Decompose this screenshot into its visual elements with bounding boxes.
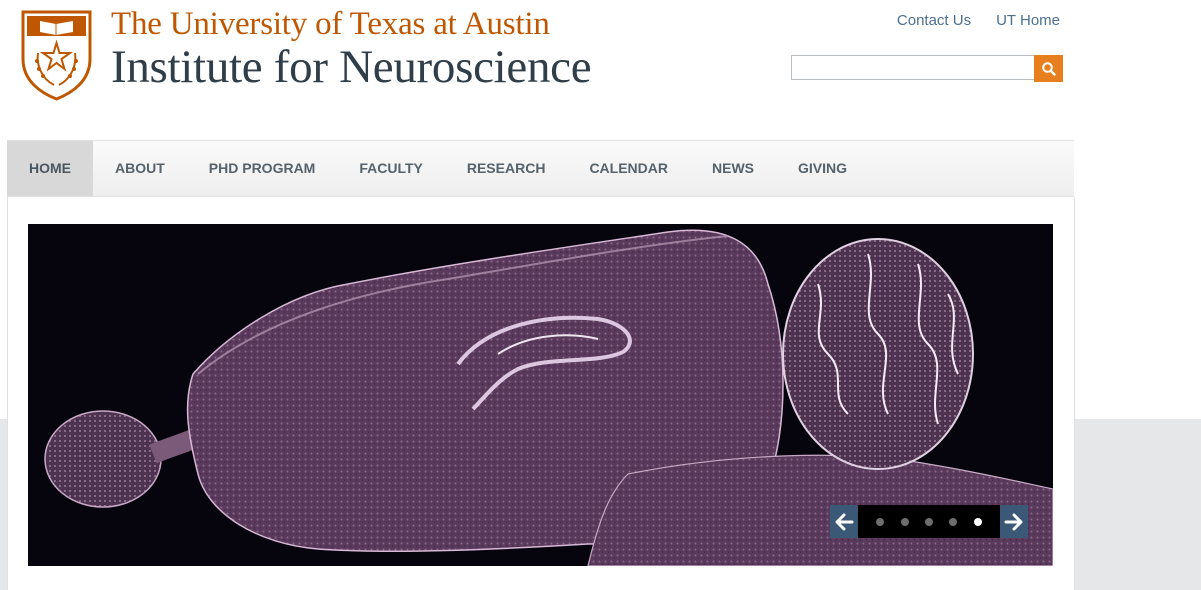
institute-name[interactable]: Institute for Neuroscience [111, 40, 592, 94]
slideshow-image[interactable] [28, 224, 1053, 566]
slideshow-dot-4[interactable] [949, 517, 958, 526]
search-input[interactable] [791, 55, 1034, 80]
nav-item-faculty[interactable]: FACULTY [337, 141, 445, 196]
arrow-right-icon [1004, 513, 1023, 530]
main-nav: HOME ABOUT PHD PROGRAM FACULTY RESEARCH … [7, 140, 1074, 197]
slideshow-next-button[interactable] [1000, 505, 1028, 538]
nav-item-phd-program[interactable]: PHD PROGRAM [187, 141, 338, 196]
nav-item-news[interactable]: NEWS [690, 141, 776, 196]
contact-us-link[interactable]: Contact Us [897, 12, 971, 29]
main-content [7, 197, 1075, 590]
slideshow-dot-5[interactable] [973, 517, 982, 526]
nav-item-giving[interactable]: GIVING [776, 141, 869, 196]
slideshow-dot-2[interactable] [900, 517, 909, 526]
slideshow-pager [858, 505, 1000, 538]
arrow-left-icon [835, 513, 854, 530]
slideshow-dot-1[interactable] [876, 517, 885, 526]
search-button[interactable] [1034, 55, 1063, 82]
search-form [791, 55, 1063, 82]
slideshow-dot-3[interactable] [924, 517, 933, 526]
nav-item-about[interactable]: ABOUT [93, 141, 187, 196]
ut-shield-logo-icon[interactable] [20, 9, 93, 101]
nav-item-home[interactable]: HOME [7, 141, 93, 196]
slideshow-controls [830, 505, 1028, 538]
nav-item-research[interactable]: RESEARCH [445, 141, 568, 196]
university-name[interactable]: The University of Texas at Austin [111, 6, 550, 43]
slideshow-prev-button[interactable] [830, 505, 858, 538]
nav-item-calendar[interactable]: CALENDAR [567, 141, 690, 196]
search-icon [1041, 61, 1056, 76]
utility-links: Contact Us UT Home [897, 12, 1060, 29]
ut-home-link[interactable]: UT Home [996, 12, 1060, 29]
site-header: The University of Texas at Austin Instit… [0, 0, 1201, 140]
